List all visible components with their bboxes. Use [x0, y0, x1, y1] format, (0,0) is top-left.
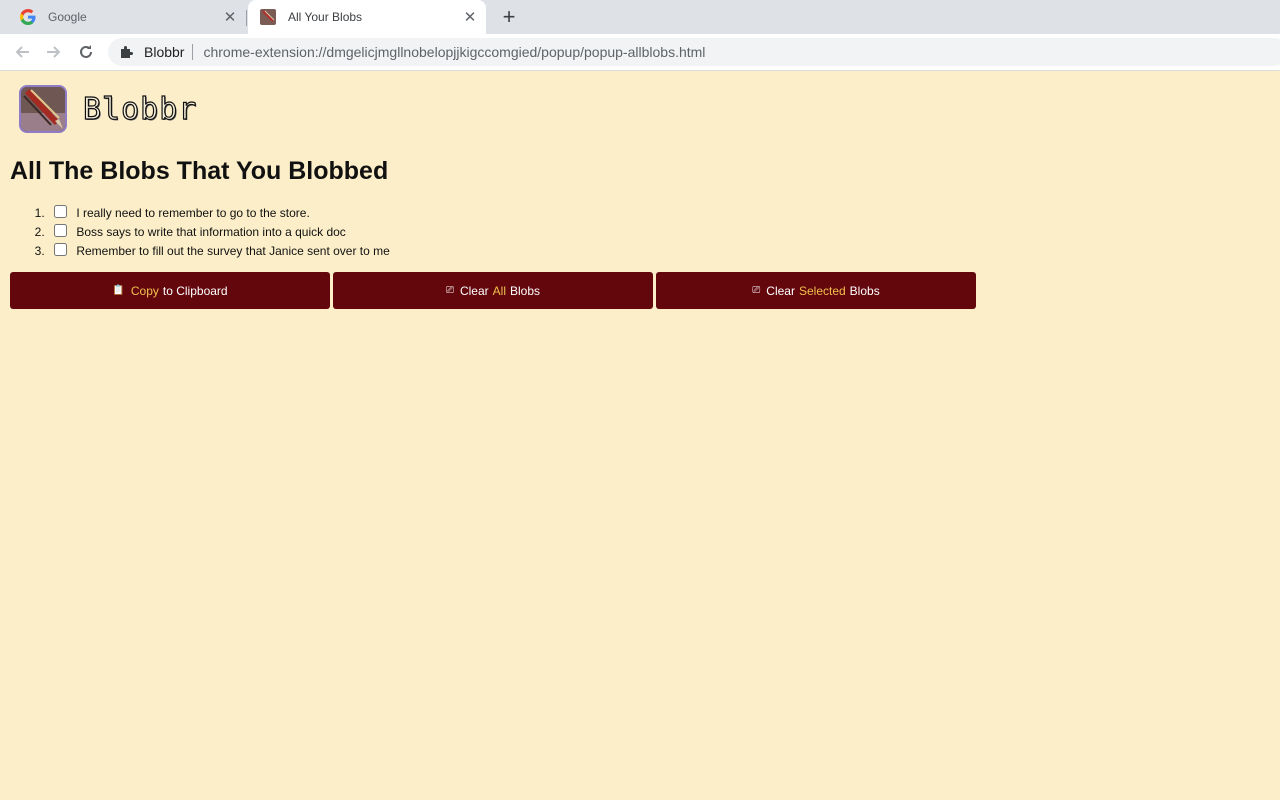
tab-google[interactable]: Google ✕ — [8, 0, 246, 34]
list-item: I really need to remember to go to the s… — [48, 204, 390, 223]
button-label: Clear — [766, 283, 795, 298]
tab-title: Google — [48, 10, 87, 24]
button-label: to Clipboard — [162, 283, 228, 298]
list-item: Remember to fill out the survey that Jan… — [48, 242, 390, 261]
extension-name: Blobbr — [144, 44, 185, 60]
url-text: chrome-extension://dmgelicjmgllnobelopjj… — [203, 44, 706, 60]
address-divider — [192, 44, 194, 60]
button-highlight: Selected — [798, 283, 846, 298]
blob-text: I really need to remember to go to the s… — [76, 206, 310, 220]
clear-icon: ⎚ — [445, 285, 454, 296]
page-title: All The Blobs That You Blobbed — [10, 157, 389, 185]
google-g-icon — [20, 9, 36, 25]
app-name: Blobbr — [82, 91, 198, 127]
page-content: Blobbr All The Blobs That You Blobbed I … — [0, 71, 1280, 800]
blob-list: I really need to remember to go to the s… — [10, 204, 390, 261]
address-bar[interactable]: Blobbr chrome-extension://dmgelicjmgllno… — [108, 38, 1280, 66]
close-tab-icon[interactable]: ✕ — [220, 7, 240, 27]
close-tab-icon[interactable]: ✕ — [460, 7, 480, 27]
browser-toolbar: Blobbr chrome-extension://dmgelicjmgllno… — [0, 34, 1280, 71]
button-label: Blobs — [510, 283, 541, 298]
forward-arrow-icon[interactable] — [42, 41, 66, 63]
tab-title: All Your Blobs — [288, 10, 363, 24]
copy-to-clipboard-button[interactable]: 📋 Copy to Clipboard — [10, 272, 330, 309]
blob-checkbox[interactable] — [54, 205, 67, 218]
action-buttons: 📋 Copy to Clipboard ⎚ Clear All Blobs ⎚ … — [10, 272, 976, 309]
blob-text: Boss says to write that information into… — [76, 225, 346, 239]
clear-selected-blobs-button[interactable]: ⎚ Clear Selected Blobs — [656, 272, 976, 309]
blob-checkbox[interactable] — [54, 224, 67, 237]
clear-icon: ⎚ — [752, 285, 761, 296]
tab-strip: Google ✕ All Your Blobs ✕ + — [0, 0, 1280, 34]
blob-text: Remember to fill out the survey that Jan… — [76, 244, 390, 258]
blob-checkbox[interactable] — [54, 243, 67, 256]
clipboard-icon: 📋 — [112, 285, 125, 296]
button-highlight: All — [492, 283, 506, 298]
puzzle-piece-icon — [120, 44, 136, 60]
back-arrow-icon[interactable] — [10, 41, 34, 63]
app-brand: Blobbr — [19, 85, 197, 133]
tab-all-your-blobs[interactable]: All Your Blobs ✕ — [248, 0, 486, 34]
blobbr-icon — [260, 9, 276, 25]
clear-all-blobs-button[interactable]: ⎚ Clear All Blobs — [333, 272, 653, 309]
new-tab-icon[interactable]: + — [498, 6, 520, 28]
list-item: Boss says to write that information into… — [48, 223, 390, 242]
blobbr-logo-icon — [19, 85, 67, 133]
tab-separator — [246, 10, 247, 26]
button-label: Blobs — [849, 283, 880, 298]
button-label: Clear — [459, 283, 489, 298]
reload-icon[interactable] — [74, 41, 98, 63]
button-highlight: Copy — [130, 283, 159, 298]
